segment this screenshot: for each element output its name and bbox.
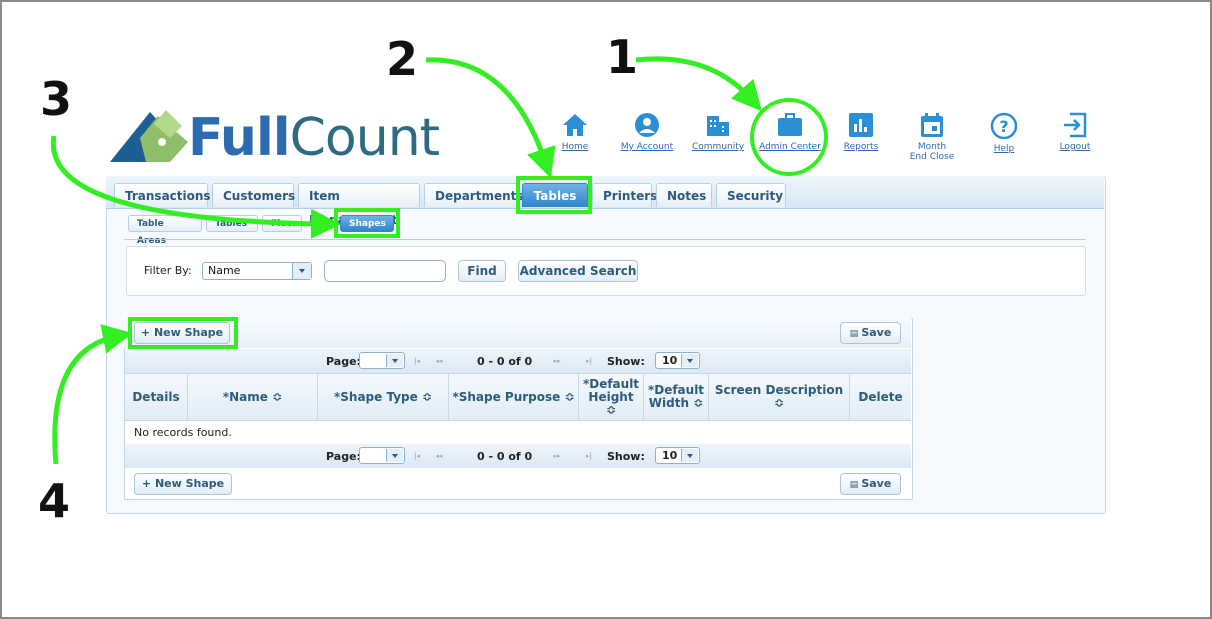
annotation-number-3: 3	[40, 72, 73, 126]
annotation-number-1: 1	[606, 30, 639, 84]
annotation-number-4: 4	[38, 474, 71, 528]
annotation-arrows	[50, 56, 762, 465]
annotation-number-2: 2	[386, 32, 419, 86]
